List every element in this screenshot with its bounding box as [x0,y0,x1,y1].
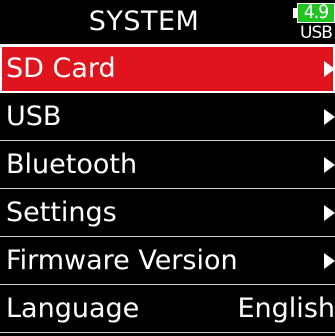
chevron-right-icon [324,253,335,269]
system-menu-screen: SYSTEM 4.9 USB SD Card USB Bluetooth Set… [0,0,335,336]
header: SYSTEM 4.9 USB [0,0,335,44]
menu-item-language[interactable]: Language English [0,285,335,333]
menu-item-label: USB [6,101,62,132]
page-title: SYSTEM [88,6,200,37]
menu-item-label: Firmware Version [6,245,238,276]
menu-item-label: Settings [6,197,117,228]
battery-indicator: 4.9 USB [293,1,335,43]
menu-item-sd-card[interactable]: SD Card [0,45,335,93]
chevron-right-icon [324,157,335,173]
menu-item-usb[interactable]: USB [0,93,335,141]
menu-item-label: Language [6,293,140,324]
chevron-right-icon [324,109,335,125]
chevron-right-icon [324,61,335,77]
battery-level: 4.9 [303,1,329,23]
language-value: English [237,293,335,324]
menu-item-label: SD Card [6,53,116,84]
power-source: USB [300,23,333,43]
menu-item-label: Bluetooth [6,149,138,180]
menu-item-firmware-version[interactable]: Firmware Version [0,237,335,285]
menu-list: SD Card USB Bluetooth Settings Firmware … [0,45,335,333]
chevron-right-icon [324,205,335,221]
menu-item-settings[interactable]: Settings [0,189,335,237]
menu-item-bluetooth[interactable]: Bluetooth [0,141,335,189]
